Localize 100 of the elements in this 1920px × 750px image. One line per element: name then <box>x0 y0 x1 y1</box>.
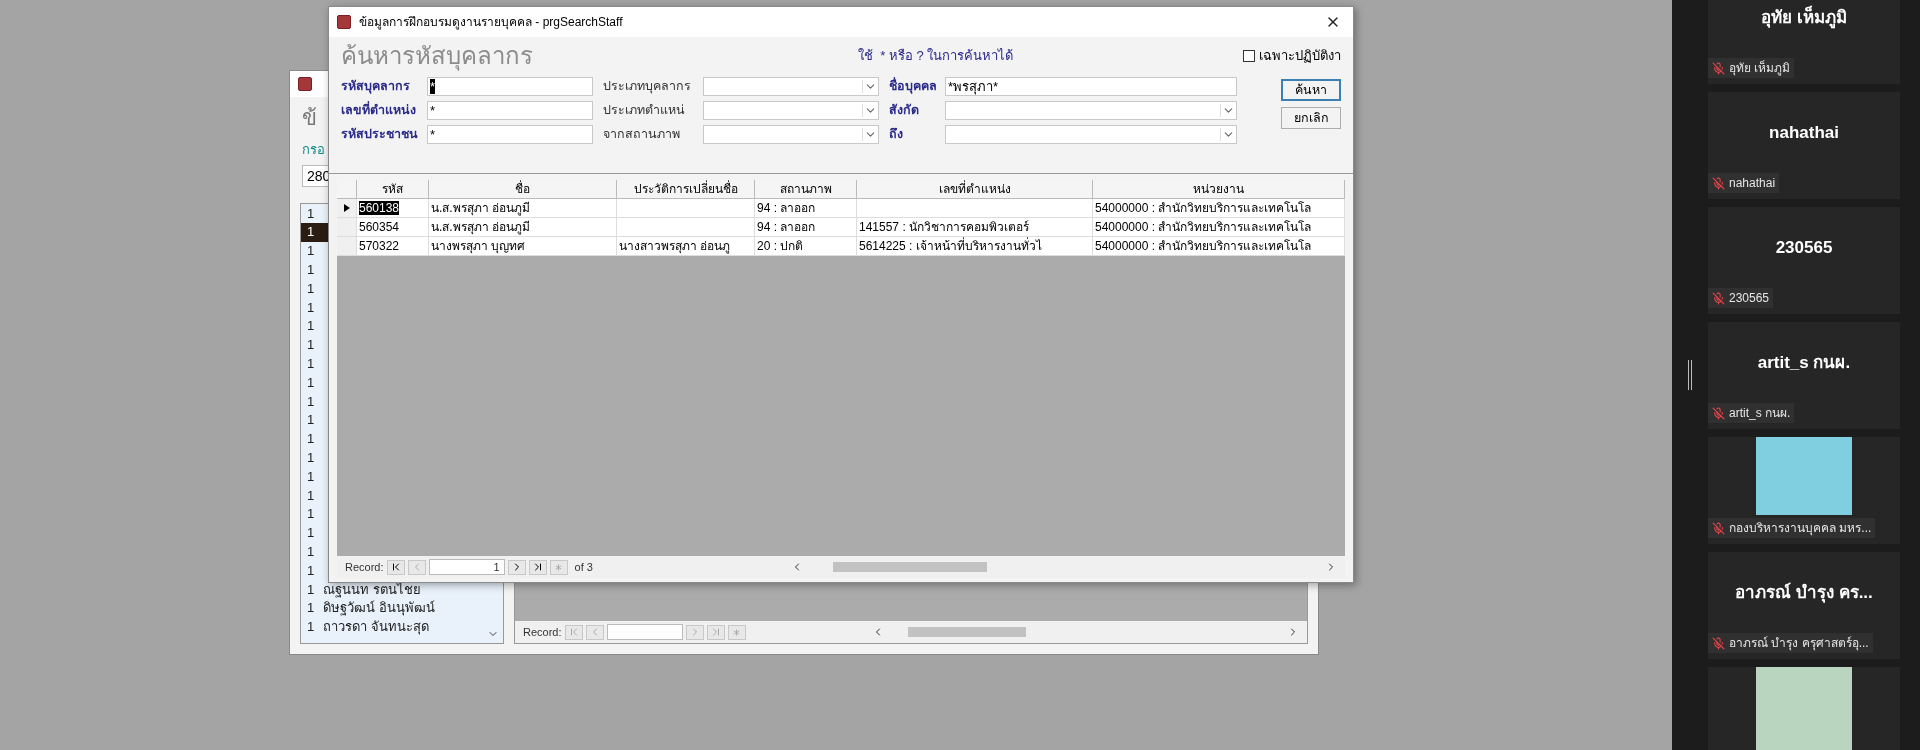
participant-tile[interactable]: อุทัย เห็มภูมิ อุทัย เห็มภูมิ <box>1708 0 1900 84</box>
dialog-button[interactable]: ค้นหา <box>1281 79 1341 101</box>
table-cell[interactable]: 570322 <box>357 237 429 256</box>
table-cell[interactable]: น.ส.พรสุภา อ่อนภูมี <box>429 218 617 237</box>
list-number: 1 <box>306 298 316 317</box>
record-count: of 3 <box>574 559 593 575</box>
field-label: ถึง <box>889 126 904 144</box>
text-field[interactable]: * <box>427 77 593 96</box>
list-number: 1 <box>306 599 316 618</box>
table-cell[interactable]: 54000000 : สำนักวิทยบริการและเทคโนโล <box>1093 237 1345 256</box>
table-cell[interactable]: 94 : ลาออก <box>755 218 857 237</box>
form-heading: ข้ <box>302 103 317 132</box>
first-record-button[interactable] <box>386 559 405 575</box>
scrollbar-thumb[interactable] <box>907 627 1027 637</box>
participant-tile[interactable]: กองบริหารงานบุคคล มหร... <box>1708 437 1900 544</box>
app-icon <box>337 15 351 29</box>
participant-tile[interactable]: อาภรณ์ บำรุง คร... อาภรณ์ บำรุง ครุศาสตร์อุ... <box>1708 552 1900 659</box>
table-cell[interactable] <box>857 199 1093 218</box>
field-label: รหัสประชาชน <box>341 126 419 144</box>
last-record-button[interactable] <box>528 559 547 575</box>
current-row-icon <box>343 204 350 212</box>
record-number-field[interactable]: 1 <box>428 559 505 575</box>
participant-name: nahathai <box>1769 121 1839 144</box>
participant-tile[interactable]: 230565 230565 <box>1708 207 1900 314</box>
column-header[interactable]: ประวัติการเปลี่ยนชื่อ <box>617 180 755 199</box>
field-label: ประเภทบุคลากร <box>603 78 692 96</box>
muted-mic-icon <box>1712 521 1725 535</box>
dropdown-field[interactable] <box>945 125 1237 144</box>
participant-label: อุทัย เห็มภูมิ <box>1708 58 1795 78</box>
table-cell[interactable]: นางสาวพรสุภา อ่อนภู <box>617 237 755 256</box>
table-cell[interactable]: นางพรสุภา บุญทศ <box>429 237 617 256</box>
app-icon <box>298 77 312 91</box>
list-name[interactable]: ดิษฐวัฒน์ อินนุพัฒน์ <box>323 598 435 618</box>
list-name[interactable]: ถาวรดา จันทนะสุด <box>323 617 429 637</box>
column-header[interactable]: สถานภาพ <box>755 180 857 199</box>
record-label: Record: <box>523 624 562 640</box>
text-field[interactable]: * <box>427 101 593 120</box>
list-number: 1 <box>306 279 316 298</box>
table-cell[interactable]: 94 : ลาออก <box>755 199 857 218</box>
list-number: 1 <box>306 392 316 411</box>
table-cell[interactable]: 54000000 : สำนักวิทยบริการและเทคโนโล <box>1093 218 1345 237</box>
resize-handle[interactable] <box>1688 360 1692 390</box>
participant-label: nahathai <box>1708 173 1780 193</box>
list-number: 1 <box>306 561 316 580</box>
participant-name: อาภรณ์ บำรุง คร... <box>1735 581 1873 605</box>
dropdown-field[interactable] <box>945 101 1237 120</box>
table-cell[interactable]: 20 : ปกติ <box>755 237 857 256</box>
dropdown-field[interactable] <box>703 101 879 120</box>
table-cell[interactable] <box>617 199 755 218</box>
scrollbar-thumb[interactable] <box>833 562 988 572</box>
active-only-checkbox[interactable]: เฉพาะปฏิบัติงา <box>1243 46 1341 66</box>
dropdown-field[interactable] <box>703 125 879 144</box>
column-header[interactable]: ชื่อ <box>429 180 617 199</box>
list-number: 1 <box>306 317 316 336</box>
participant-tile[interactable] <box>1708 667 1900 750</box>
field-label: กรอ <box>302 141 325 160</box>
participant-name: 230565 <box>1775 236 1833 259</box>
field-label: รหัสบุคลากร <box>341 78 411 96</box>
new-record-button[interactable] <box>727 624 746 640</box>
previous-record-button[interactable] <box>585 624 604 640</box>
field-label: ประเภทตำแหน่ <box>603 102 686 120</box>
list-name[interactable]: ณฐนนท รตนไชย <box>323 579 421 600</box>
record-label: Record: <box>345 559 384 575</box>
muted-mic-icon <box>1712 61 1725 75</box>
list-number: 1 <box>306 336 316 355</box>
table-cell[interactable]: 5614225 : เจ้าหน้าที่บริหารงานทั่วไ <box>857 237 1093 256</box>
list-number: 1 <box>306 242 316 261</box>
table-cell[interactable]: 141557 : นักวิชาการคอมพิวเตอร์ <box>857 218 1093 237</box>
participant-tile[interactable]: nahathai nahathai <box>1708 92 1900 199</box>
table-cell[interactable]: 560354 <box>357 218 429 237</box>
muted-mic-icon <box>1712 406 1725 420</box>
list-number: 1 <box>306 411 316 430</box>
next-record-button[interactable] <box>507 559 526 575</box>
list-number: 1 <box>306 543 316 561</box>
list-number: 1 <box>306 261 316 280</box>
list-number: 1 <box>306 373 316 392</box>
dialog-button[interactable]: ยกเลิก <box>1281 107 1341 129</box>
table-cell[interactable] <box>617 218 755 237</box>
row-selector[interactable] <box>337 199 357 218</box>
column-header[interactable]: เลขที่ตำแหน่ง <box>857 180 1093 199</box>
list-number: 1 <box>306 505 316 524</box>
table-cell[interactable]: 54000000 : สำนักวิทยบริการและเทคโนโล <box>1093 199 1345 218</box>
column-header[interactable]: หน่วยงาน <box>1093 180 1345 199</box>
list-number: 1 <box>306 204 316 223</box>
list-number: 1 <box>306 355 316 374</box>
record-number-field[interactable] <box>606 624 683 640</box>
table-cell[interactable]: 560138 <box>357 199 429 218</box>
muted-mic-icon <box>1712 176 1725 190</box>
text-field[interactable]: * <box>427 125 593 144</box>
table-cell[interactable]: น.ส.พรสุภา อ่อนภูมี <box>429 199 617 218</box>
search-hint: ใช้ * หรือ ? ในการค้นหาได้ <box>858 47 1014 66</box>
muted-mic-icon <box>1712 291 1725 305</box>
dropdown-field[interactable] <box>703 77 879 96</box>
participant-tile[interactable]: artit_s กนผ. artit_s กนผ. <box>1708 322 1900 429</box>
window-title: ข้อมูลการฝึกอบรมดูงานรายบุคคล - prgSearchStaff <box>359 14 623 31</box>
column-header[interactable]: รหัส <box>357 180 429 199</box>
text-field[interactable]: *พรสุภา* <box>945 77 1237 96</box>
participant-label: อาภรณ์ บำรุง ครุศาสตร์อุ... <box>1708 633 1873 653</box>
participant-name: artit_s กนผ. <box>1757 351 1851 374</box>
participant-name: อุทัย เห็มภูมิ <box>1761 4 1847 31</box>
